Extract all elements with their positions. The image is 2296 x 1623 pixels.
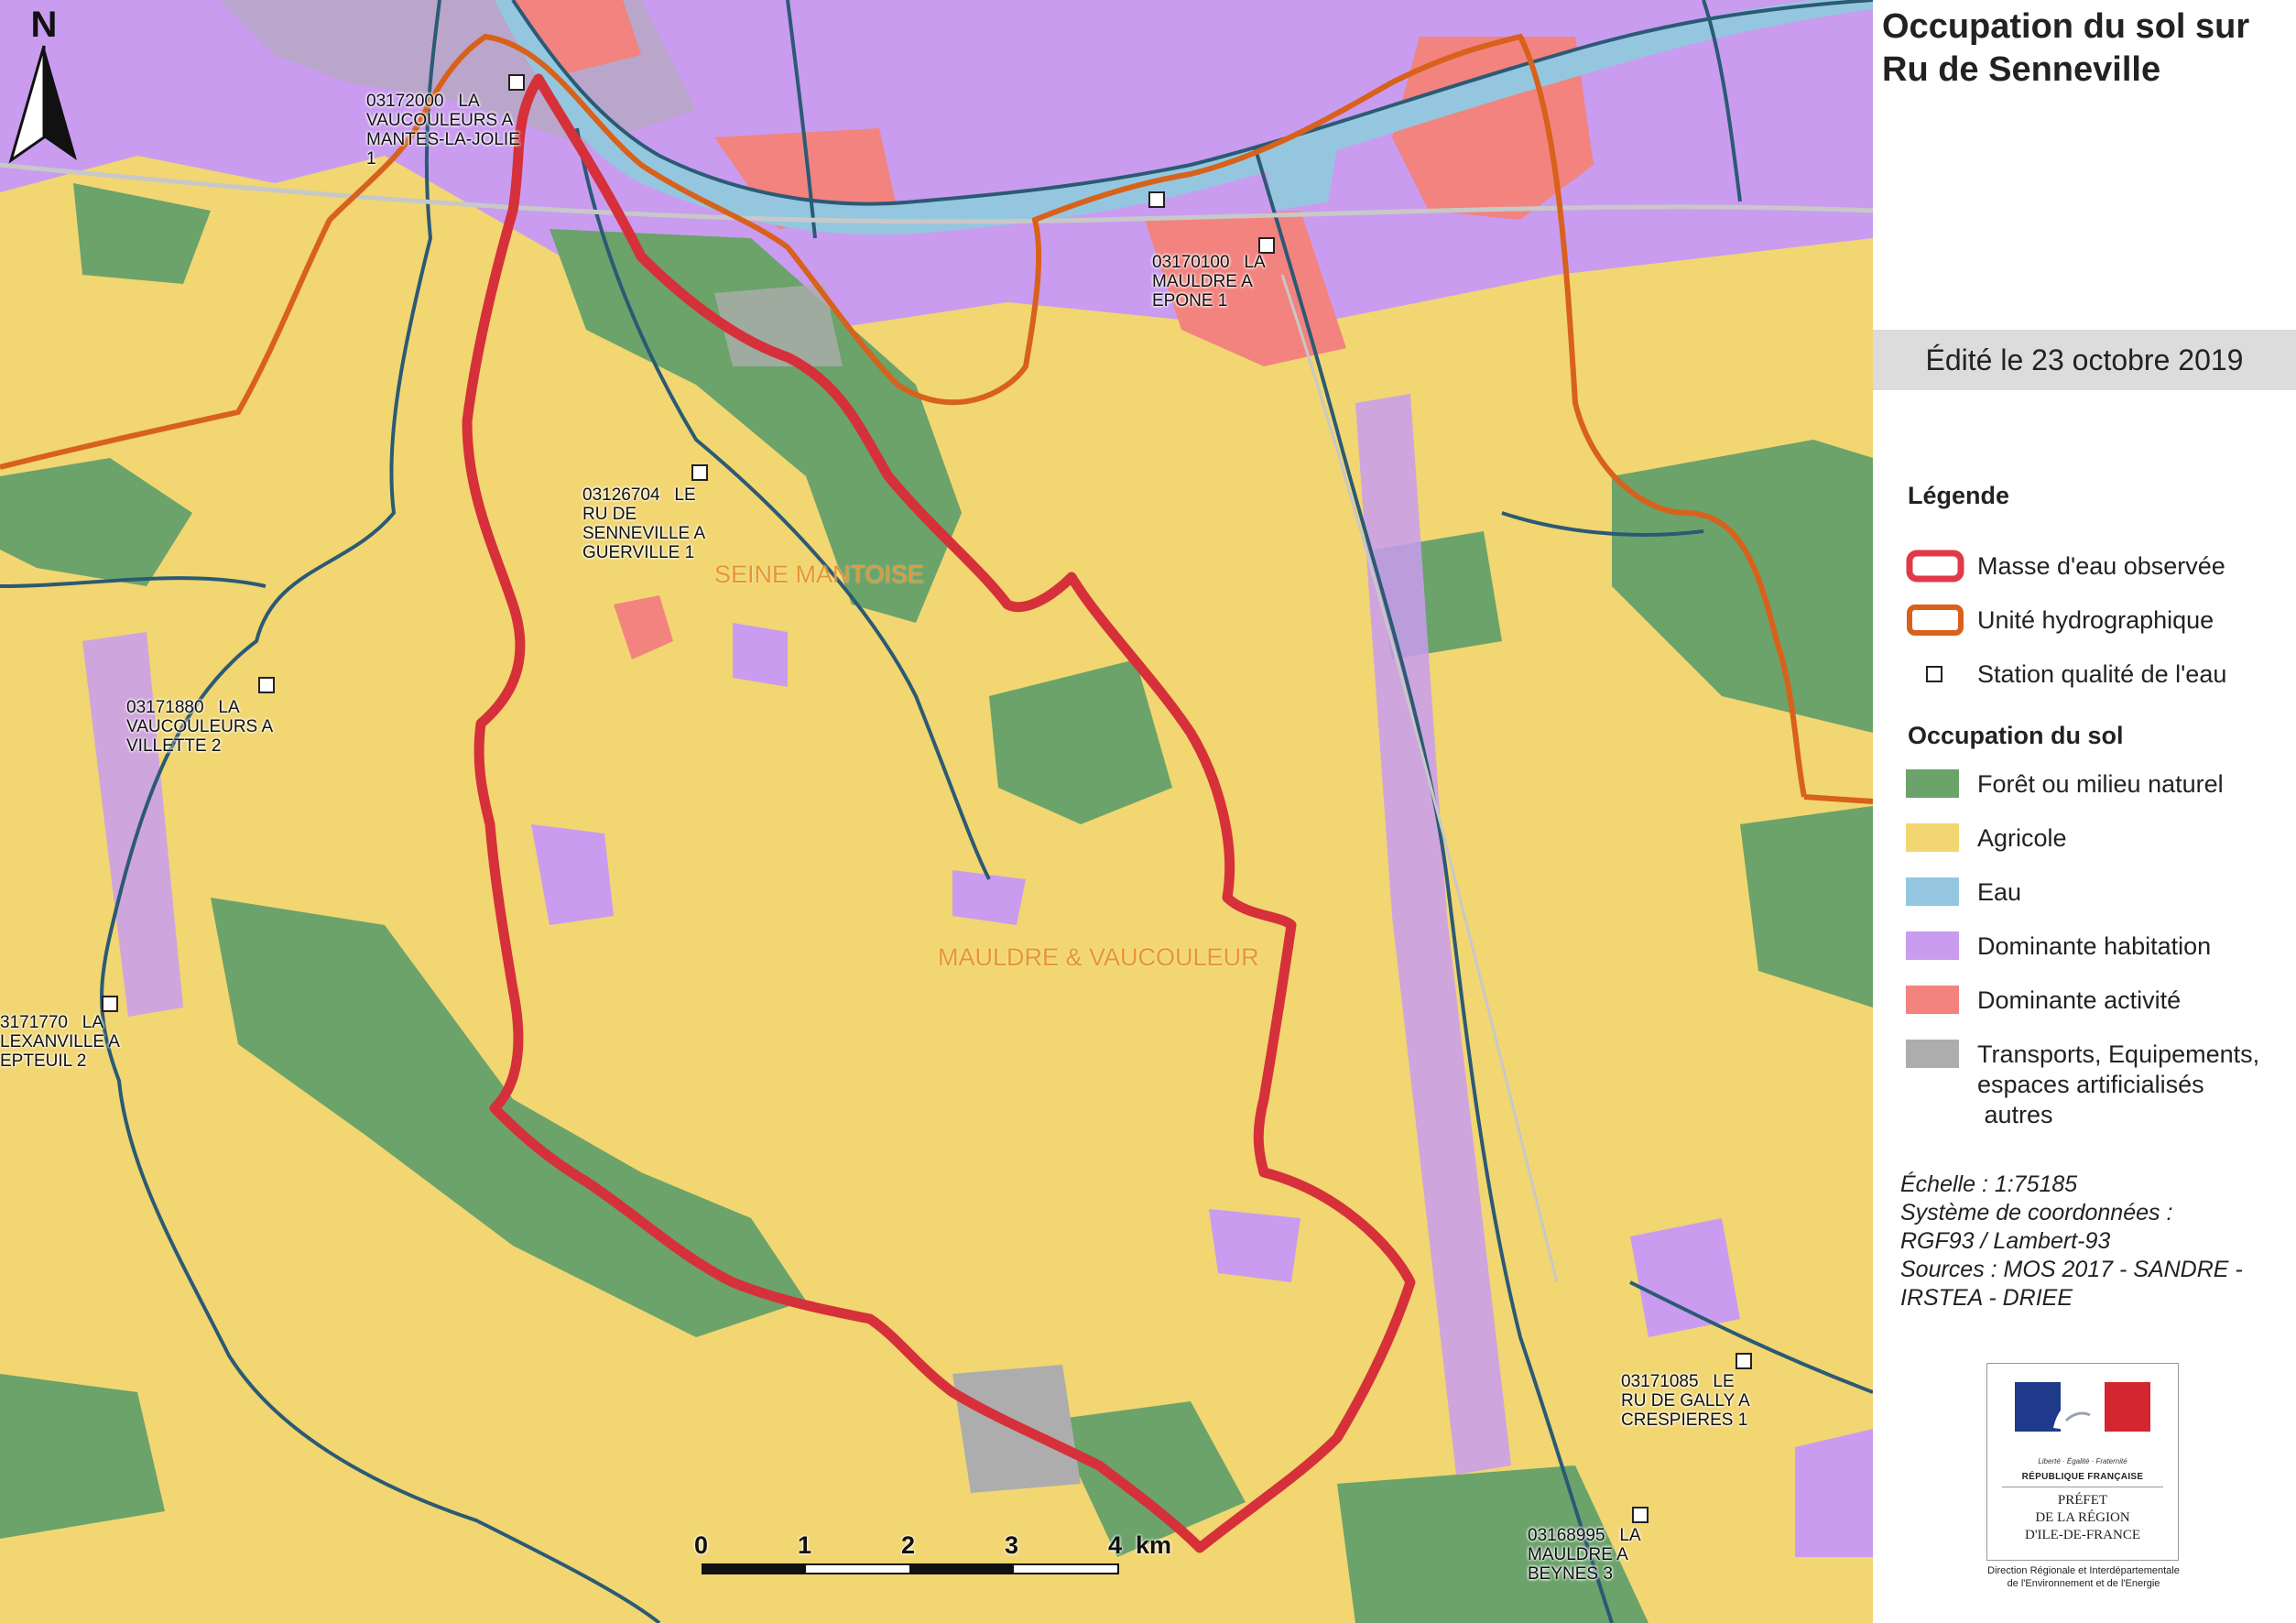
village-4 (1209, 1209, 1300, 1282)
legend-label: Station qualité de l'eau (1977, 660, 2227, 688)
logo-prefet: PRÉFET DE LA RÉGION D'ILE-DE-FRANCE (2024, 1493, 2141, 1542)
station-label: 03171880 LA VAUCOULEURS A VILLETTE 2 (126, 698, 274, 756)
station-label: 03171085 LE RU DE GALLY A CRESPIERES 1 (1621, 1372, 1750, 1430)
station-marker-03171085[interactable] (1736, 1353, 1752, 1369)
edition-box: Édité le 23 octobre 2019 (1873, 330, 2296, 390)
legend-label: Forêt ou milieu naturel (1977, 770, 2224, 798)
scale-text: Échelle : 1:75185 (1900, 1171, 2078, 1197)
sources-value: IRSTEA - DRIEE (1900, 1285, 2073, 1311)
logo-republic: RÉPUBLIQUE FRANÇAISE (2021, 1472, 2144, 1482)
station-marker-03170100[interactable] (1258, 237, 1275, 254)
legend-label: Masse d'eau observée (1977, 552, 2225, 580)
station-label: 03172000 LA VAUCOULEURS A MANTES-LA-JOLI… (366, 92, 520, 169)
station-marker-03126704[interactable] (691, 464, 708, 481)
crs-value: RGF93 / Lambert-93 (1900, 1228, 2111, 1254)
legend-label: Eau (1977, 878, 2022, 906)
scale-tick-label: 0 (694, 1531, 709, 1559)
sources-label: Sources : MOS 2017 - SANDRE - (1900, 1257, 2243, 1282)
scale-tick-label: 4 km (1108, 1531, 1172, 1559)
station-marker-03170100-north[interactable] (1148, 191, 1165, 208)
scale-tick-label: 2 (901, 1531, 916, 1559)
village-2 (733, 623, 788, 687)
map-title: Occupation du sol sur Ru de Senneville (1882, 7, 2250, 89)
station-marker-03171880[interactable] (258, 677, 275, 693)
unit-label-mauldre-vaucouleur: MAULDRE & VAUCOULEUR (938, 943, 1259, 971)
village-crespieres (1630, 1218, 1740, 1337)
station-marker-03172000[interactable] (508, 74, 525, 91)
scale-bar (702, 1563, 1119, 1574)
legend-panel: Occupation du sol sur Ru de Senneville É… (1873, 0, 2296, 1623)
north-arrow: N (8, 5, 77, 164)
north-label: N (31, 5, 58, 45)
legend-label: Agricole (1977, 824, 2067, 852)
logo-motto: Liberté · Égalité · Fraternité (2038, 1457, 2127, 1465)
orange-outline-icon (1907, 605, 1964, 636)
transport-swatch (1906, 1040, 1959, 1068)
station-marker-03168995[interactable] (1632, 1507, 1649, 1523)
edition-date: Édité le 23 octobre 2019 (1925, 343, 2244, 376)
land-use-title: Occupation du sol (1908, 722, 2124, 749)
red-outline-icon (1906, 550, 1964, 583)
marianne-flag-icon (2015, 1382, 2150, 1432)
station-label: 03168995 LA MAULDRE A BEYNES 3 (1528, 1526, 1641, 1584)
station-label: 03126704 LE RU DE SENNEVILLE A GUERVILLE… (582, 485, 706, 562)
station-marker-3171770[interactable] (102, 996, 118, 1012)
legend-label: Unité hydrographique (1977, 606, 2214, 634)
station-square-icon (1926, 666, 1942, 682)
legend-title: Légende (1908, 482, 2010, 509)
station-label: 3171770 LA LEXANVILLE A EPTEUIL 2 (0, 1013, 120, 1071)
map-metadata: Échelle : 1:75185 Système de coordonnées… (1900, 1171, 2285, 1313)
legend-label: Dominante habitation (1977, 932, 2212, 960)
crs-label: Système de coordonnées : (1900, 1200, 2173, 1225)
forest-swatch (1906, 769, 1959, 798)
agricultural-swatch (1906, 823, 1959, 852)
activity-swatch (1906, 986, 1959, 1014)
land-use-map (0, 0, 1873, 1623)
village-beynes (1795, 1429, 1873, 1557)
logo-direction: Direction Régionale et Interdépartementa… (1987, 1565, 2180, 1589)
water-swatch (1906, 877, 1959, 906)
prefecture-logo: Liberté · Égalité · Fraternité RÉPUBLIQU… (1986, 1363, 2179, 1561)
station-label: 03170100 LA MAULDRE A EPONE 1 (1152, 253, 1266, 310)
legend-label: Transports, Equipements, espaces artific… (1977, 1040, 2260, 1128)
unit-label-seine-mantoise: SEINE MANTOISE (714, 561, 925, 588)
housing-swatch (1906, 931, 1959, 960)
scale-tick-label: 3 (1005, 1531, 1019, 1559)
map-canvas[interactable]: N SEINE MANTOISE MAULDRE & VAUCOULEUR 03… (0, 0, 1873, 1623)
scale-tick-label: 1 (798, 1531, 812, 1559)
legend-label: Dominante activité (1977, 986, 2182, 1014)
